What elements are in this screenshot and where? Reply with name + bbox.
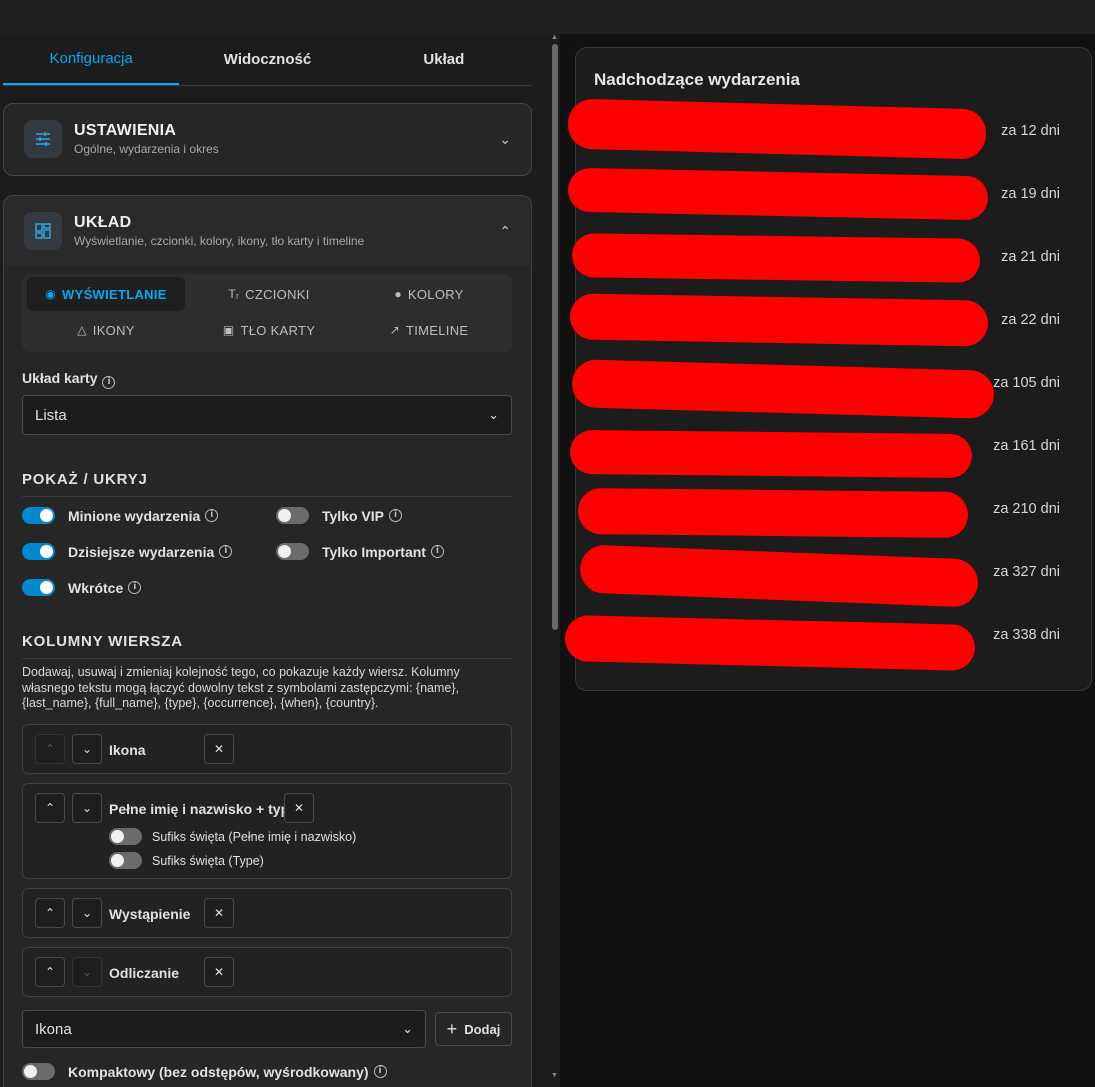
info-icon[interactable]: i <box>373 1065 387 1078</box>
column-name: Ikona <box>109 742 146 758</box>
add-column-select[interactable]: Ikona ⌄ <box>22 1010 426 1048</box>
redaction-mark <box>577 487 969 539</box>
toggle-soon[interactable]: Wkrótce i <box>22 579 142 596</box>
trend-icon: ↗ <box>389 323 400 337</box>
tab-uklad[interactable]: Układ <box>356 34 532 85</box>
column-row-countdown: ⌃ ⌄ Odliczanie ✕ <box>22 947 512 997</box>
remove-column-button[interactable]: ✕ <box>204 734 234 764</box>
chevron-up-icon: ⌃ <box>499 222 511 239</box>
row-columns-description: Dodawaj, usuwaj i zmieniaj kolejność teg… <box>22 665 460 710</box>
column-row-occurrence: ⌃ ⌄ Wystąpienie ✕ <box>22 888 512 938</box>
toggle-important-only[interactable]: Tylko Important i <box>276 543 444 560</box>
tune-icon <box>24 120 62 158</box>
eye-icon: ◉ <box>45 287 57 301</box>
remove-column-button[interactable]: ✕ <box>204 957 234 987</box>
toggle-holiday-suffix-name[interactable]: Sufiks święta (Pełne imię i nazwisko) <box>109 828 356 845</box>
info-icon[interactable]: i <box>102 376 116 389</box>
scroll-up-arrow[interactable]: ▲ <box>551 34 558 41</box>
subtab-czcionki[interactable]: Tᵣ CZCIONKI <box>190 277 348 311</box>
settings-section-header[interactable]: USTAWIENIA Ogólne, wydarzenia i okres ⌄ <box>4 104 531 174</box>
scroll-down-arrow[interactable]: ▼ <box>551 1072 558 1079</box>
toggle-vip-only[interactable]: Tylko VIP i <box>276 507 402 524</box>
move-down-button[interactable]: ⌄ <box>72 898 102 928</box>
toggle-holiday-suffix-type[interactable]: Sufiks święta (Type) <box>109 852 264 869</box>
settings-section: USTAWIENIA Ogólne, wydarzenia i okres ⌄ <box>3 103 532 176</box>
redaction-mark <box>569 429 973 479</box>
card-layout-select[interactable]: Lista ⌄ <box>22 395 512 435</box>
show-hide-heading: POKAŻ / UKRYJ <box>22 471 512 497</box>
tab-widocznosc[interactable]: Widoczność <box>179 34 355 85</box>
move-up-button[interactable]: ⌃ <box>35 898 65 928</box>
layout-subtabs: ◉ WYŚWIETLANIE Tᵣ CZCIONKI ● KOLORY △ IKONY … <box>22 274 512 352</box>
remove-column-button[interactable]: ✕ <box>204 898 234 928</box>
toggle-switch[interactable] <box>22 579 55 596</box>
remove-column-button[interactable]: ✕ <box>284 793 314 823</box>
toggle-switch[interactable] <box>22 543 55 560</box>
move-up-button[interactable]: ⌃ <box>35 957 65 987</box>
toggle-switch[interactable] <box>276 507 309 524</box>
plus-icon: + <box>446 1018 458 1039</box>
move-down-button[interactable]: ⌄ <box>72 734 102 764</box>
toggle-compact[interactable]: Kompaktowy (bez odstępów, wyśrodkowany) i <box>22 1063 387 1080</box>
info-icon[interactable]: i <box>388 509 402 522</box>
subtab-kolory[interactable]: ● KOLORY <box>350 277 508 311</box>
move-down-button[interactable]: ⌄ <box>72 957 102 987</box>
palette-icon: ● <box>394 287 402 301</box>
column-name: Wystąpienie <box>109 906 191 922</box>
chevron-down-icon: ⌄ <box>499 130 511 147</box>
subtab-ikony[interactable]: △ IKONY <box>27 313 185 347</box>
column-row-icon: ⌃ ⌄ Ikona ✕ <box>22 724 512 774</box>
image-icon: ▣ <box>222 323 235 337</box>
toggle-switch[interactable] <box>22 507 55 524</box>
top-bar <box>0 0 1095 34</box>
settings-title: USTAWIENIA <box>74 122 177 139</box>
column-row-full-name: ⌃ ⌄ Pełne imię i nazwisko + typ ✕ Sufiks… <box>22 783 512 879</box>
toggle-today-events[interactable]: Dzisiejsze wydarzenia i <box>22 543 233 560</box>
chevron-down-icon: ⌄ <box>402 1021 413 1036</box>
card-layout-label: Układ karty i <box>22 370 116 389</box>
scrollbar-thumb[interactable] <box>552 44 558 630</box>
info-icon[interactable]: i <box>219 545 233 558</box>
subtab-tlo-karty[interactable]: ▣ TŁO KARTY <box>190 313 348 347</box>
info-icon[interactable]: i <box>430 545 444 558</box>
settings-subtitle: Ogólne, wydarzenia i okres <box>74 142 219 156</box>
info-icon[interactable]: i <box>205 509 219 522</box>
dashboard-icon <box>24 212 62 250</box>
info-icon[interactable]: i <box>128 581 142 594</box>
move-up-button[interactable]: ⌃ <box>35 734 65 764</box>
text-size-icon: Tᵣ <box>228 287 240 301</box>
toggle-past-events[interactable]: Minione wydarzenia i <box>22 507 219 524</box>
shapes-icon: △ <box>77 323 87 337</box>
chevron-down-icon: ⌄ <box>488 407 499 422</box>
tab-konfiguracja[interactable]: Konfiguracja <box>3 34 180 85</box>
redaction-mark <box>567 167 989 221</box>
subtab-timeline[interactable]: ↗ TIMELINE <box>350 313 508 347</box>
subtab-wyswietlanie[interactable]: ◉ WYŚWIETLANIE <box>27 277 185 311</box>
toggle-switch[interactable] <box>276 543 309 560</box>
move-up-button[interactable]: ⌃ <box>35 793 65 823</box>
layout-subtitle: Wyświetlanie, czcionki, kolory, ikony, t… <box>74 234 365 248</box>
redaction-mark <box>569 293 989 347</box>
layout-title: UKŁAD <box>74 214 132 231</box>
editor-tabs: Konfiguracja Widoczność Układ <box>3 34 532 86</box>
column-name: Pełne imię i nazwisko + typ <box>109 801 290 817</box>
toggle-switch[interactable] <box>109 828 142 845</box>
column-name: Odliczanie <box>109 965 180 981</box>
card-title: Nadchodzące wydarzenia <box>594 70 800 89</box>
add-column-button[interactable]: + Dodaj <box>435 1012 512 1046</box>
row-columns-heading: KOLUMNY WIERSZA <box>22 633 512 659</box>
layout-section-header[interactable]: UKŁAD Wyświetlanie, czcionki, kolory, ik… <box>4 196 531 266</box>
redaction-mark <box>571 233 981 283</box>
toggle-switch[interactable] <box>22 1063 55 1080</box>
toggle-switch[interactable] <box>109 852 142 869</box>
move-down-button[interactable]: ⌄ <box>72 793 102 823</box>
